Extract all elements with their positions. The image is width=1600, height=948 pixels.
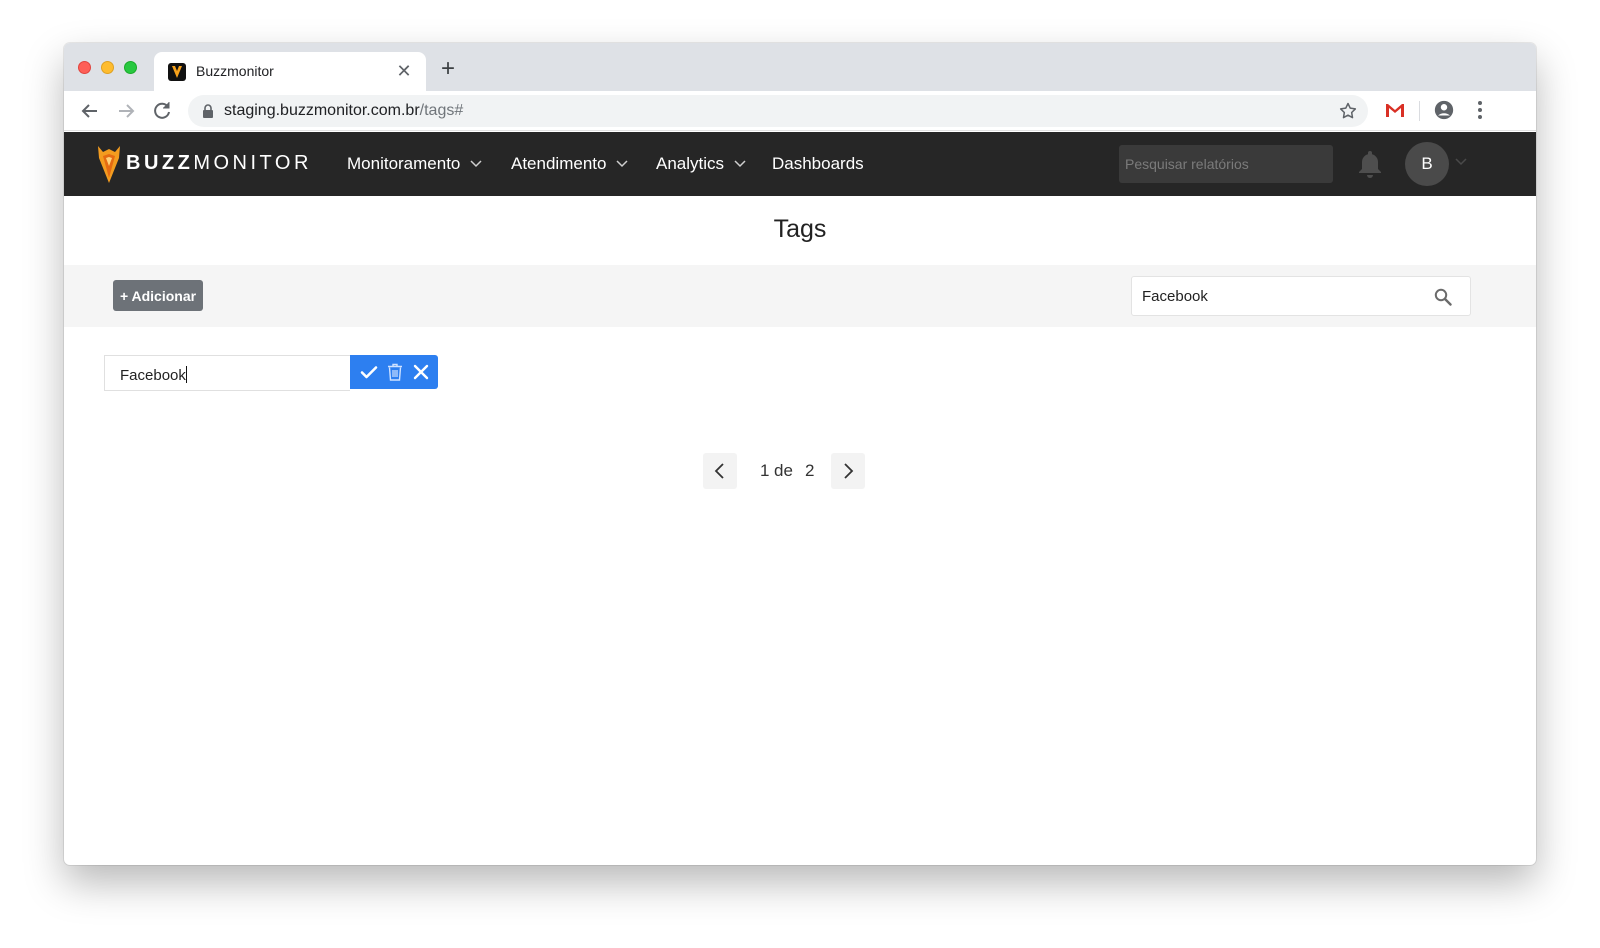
confirm-check-icon[interactable] bbox=[360, 363, 378, 381]
chevron-left-icon bbox=[714, 463, 724, 479]
search-icon[interactable] bbox=[1434, 288, 1452, 306]
tag-search-input[interactable]: Facebook bbox=[1131, 276, 1471, 316]
menu-atendimento[interactable]: Atendimento bbox=[511, 132, 628, 196]
address-bar[interactable]: staging.buzzmonitor.com.br/tags# bbox=[188, 95, 1368, 127]
lock-icon bbox=[202, 104, 214, 123]
browser-window: Buzzmonitor ✕ + staging.buzzmonitor.com.… bbox=[64, 43, 1536, 865]
tag-search-value: Facebook bbox=[1142, 288, 1208, 305]
page-separator: de bbox=[774, 461, 793, 480]
chevron-down-icon bbox=[616, 160, 628, 168]
browser-tab[interactable]: Buzzmonitor ✕ bbox=[154, 52, 426, 91]
notification-bell-icon[interactable] bbox=[1356, 149, 1384, 179]
total-pages: 2 bbox=[805, 461, 815, 480]
previous-page-button[interactable] bbox=[703, 453, 737, 489]
menu-label: Dashboards bbox=[772, 154, 864, 173]
chevron-down-icon[interactable] bbox=[1455, 158, 1467, 166]
tab-title: Buzzmonitor bbox=[196, 63, 274, 79]
menu-label: Monitoramento bbox=[347, 154, 461, 173]
user-avatar[interactable]: B bbox=[1405, 142, 1449, 186]
browser-menu-icon[interactable] bbox=[1470, 99, 1490, 126]
buzzmonitor-favicon-icon bbox=[168, 63, 186, 81]
tags-action-bar: + Adicionar Facebook bbox=[64, 265, 1536, 327]
back-arrow-icon[interactable] bbox=[78, 99, 102, 123]
tag-name-input[interactable]: Facebook bbox=[104, 355, 350, 391]
tab-close-icon[interactable]: ✕ bbox=[394, 61, 414, 81]
gmail-icon[interactable] bbox=[1384, 99, 1406, 126]
menu-analytics[interactable]: Analytics bbox=[656, 132, 746, 196]
brand-name[interactable]: BUZZMONITOR bbox=[126, 152, 312, 175]
next-page-button[interactable] bbox=[831, 453, 865, 489]
new-tab-button[interactable]: + bbox=[436, 57, 460, 81]
forward-arrow-icon[interactable] bbox=[114, 99, 138, 123]
maximize-window-button[interactable] bbox=[124, 61, 137, 74]
profile-icon[interactable] bbox=[1433, 99, 1455, 126]
tag-name-value: Facebook bbox=[120, 366, 187, 384]
buzzmonitor-logo-icon[interactable] bbox=[96, 144, 122, 184]
bookmark-star-icon[interactable] bbox=[1338, 101, 1358, 126]
chevron-right-icon bbox=[844, 463, 854, 479]
browser-toolbar: staging.buzzmonitor.com.br/tags# bbox=[64, 91, 1536, 131]
menu-label: Analytics bbox=[656, 154, 725, 173]
menu-dashboards[interactable]: Dashboards bbox=[772, 132, 864, 196]
menu-label: Atendimento bbox=[511, 154, 607, 173]
toolbar-divider bbox=[1419, 101, 1420, 121]
app-navbar: BUZZMONITOR Monitoramento Atendimento An… bbox=[64, 132, 1536, 196]
current-page: 1 bbox=[760, 461, 770, 480]
text-cursor bbox=[185, 366, 187, 383]
page-title: Tags bbox=[773, 215, 827, 243]
reload-icon[interactable] bbox=[150, 99, 174, 123]
chevron-down-icon bbox=[734, 160, 746, 168]
delete-trash-icon[interactable] bbox=[387, 363, 403, 381]
minimize-window-button[interactable] bbox=[101, 61, 114, 74]
report-search-input[interactable] bbox=[1119, 145, 1333, 183]
add-tag-button[interactable]: + Adicionar bbox=[113, 280, 203, 311]
chevron-down-icon bbox=[470, 160, 482, 168]
tag-edit-actions bbox=[350, 355, 438, 389]
close-window-button[interactable] bbox=[78, 61, 91, 74]
url-text: staging.buzzmonitor.com.br/tags# bbox=[224, 102, 464, 119]
cancel-close-icon[interactable] bbox=[413, 363, 429, 381]
tab-strip: Buzzmonitor ✕ + bbox=[64, 43, 1536, 91]
menu-monitoramento[interactable]: Monitoramento bbox=[347, 132, 482, 196]
